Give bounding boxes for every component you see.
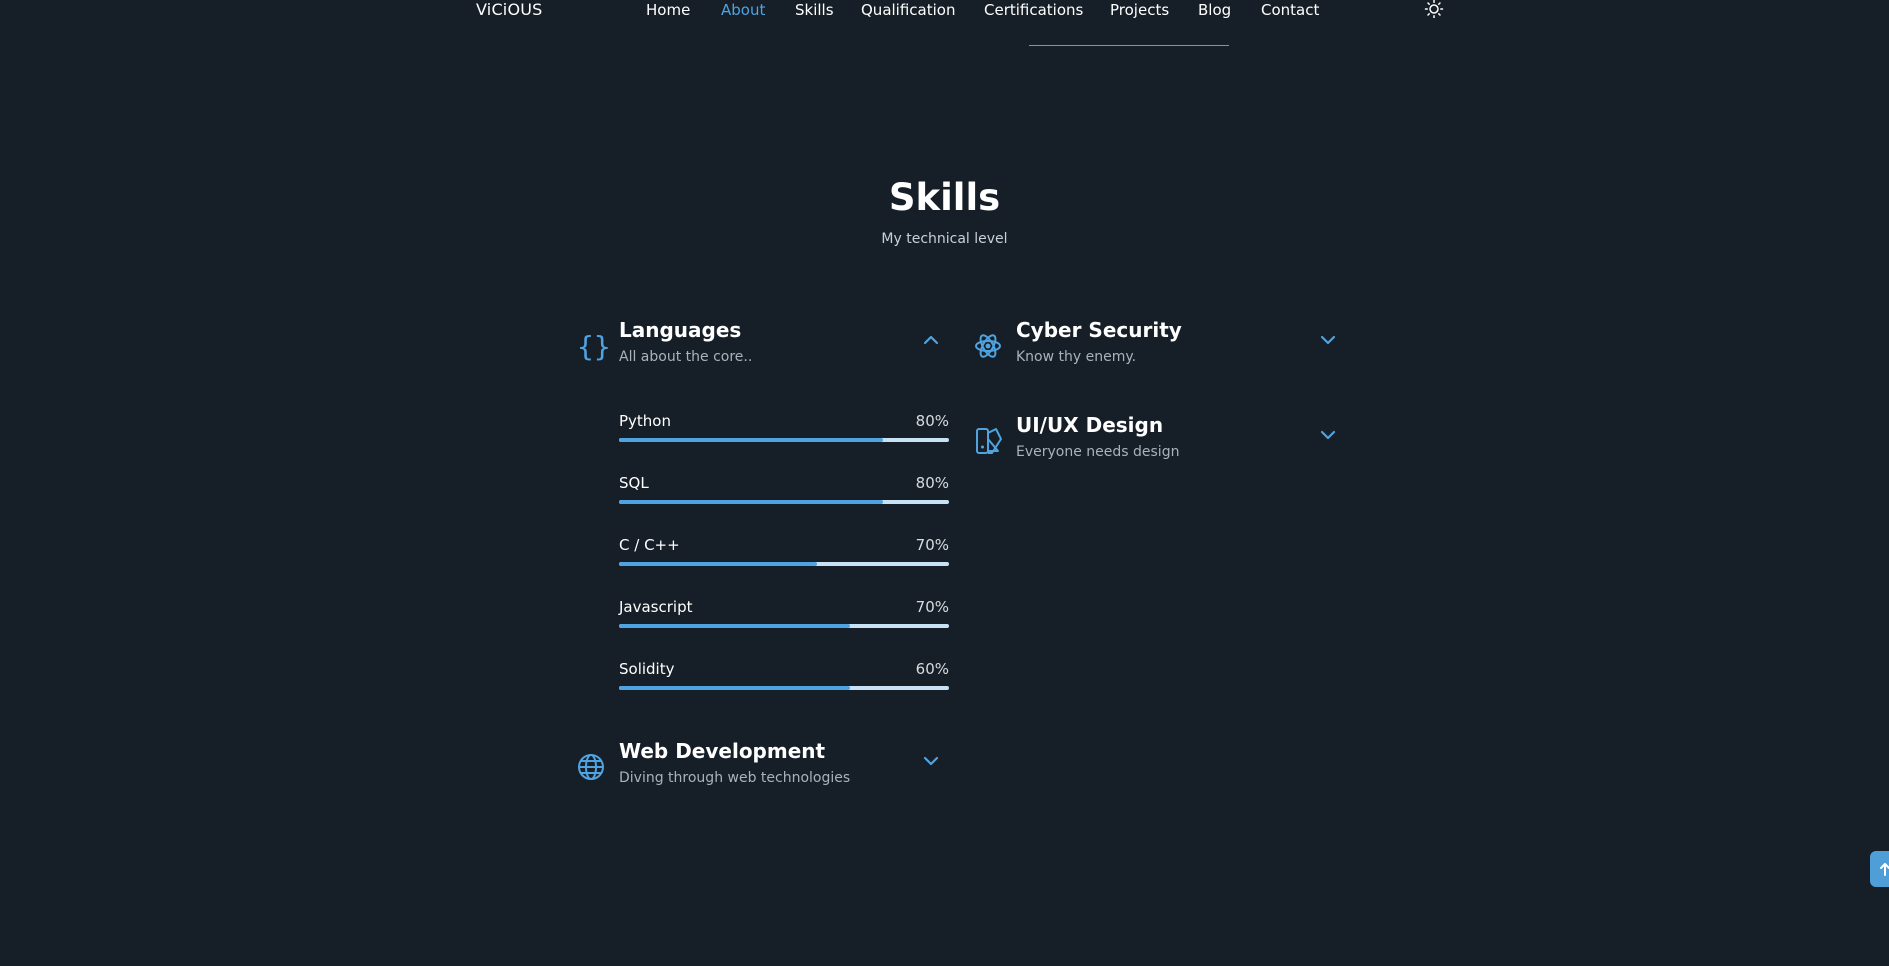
nav-blog[interactable]: Blog [1198,1,1231,19]
skill-group-web-development[interactable]: Web Development Diving through web techn… [577,739,949,789]
skill-percent: 80% [915,474,949,492]
section-subtitle: My technical level [881,231,1008,247]
skill-bar-fill [619,500,883,504]
skill-item-javascript: Javascript 70% [619,598,949,638]
header: ViCiOUS Home About Skills Qualification … [0,0,1889,50]
skill-group-languages[interactable]: {} Languages All about the core.. [577,318,949,368]
group-subtitle: Know thy enemy. [1016,349,1137,365]
skill-group-ui-ux-design[interactable]: UI/UX Design Everyone needs design [974,413,1346,463]
nav-contact[interactable]: Contact [1261,1,1319,19]
skill-name: C / C++ [619,536,680,554]
skill-bar-fill [619,624,850,628]
braces-icon: {} [577,330,611,363]
skill-group-cyber-security[interactable]: Cyber Security Know thy enemy. [974,318,1346,368]
group-subtitle: Everyone needs design [1016,444,1180,460]
nav-certifications[interactable]: Certifications [984,1,1083,19]
skill-name: Python [619,412,671,430]
nav-about[interactable]: About [721,1,765,19]
skill-name: Solidity [619,660,675,678]
skill-bar [619,438,949,442]
group-title: Languages [619,318,742,342]
nav-qualification[interactable]: Qualification [861,1,955,19]
nav-home[interactable]: Home [646,1,690,19]
skill-bar [619,624,949,628]
globe-icon [577,751,609,783]
skill-name: Javascript [619,598,693,616]
nav-underline [1029,45,1229,46]
section-title: Skills [888,176,1001,219]
group-title: Web Development [619,739,826,763]
skill-item-sql: SQL 80% [619,474,949,514]
chevron-down-icon[interactable] [1318,425,1338,445]
group-title: Cyber Security [1016,318,1182,342]
skill-item-c-cpp: C / C++ 70% [619,536,949,576]
skill-percent: 80% [915,412,949,430]
group-subtitle: All about the core.. [619,349,753,365]
skill-bar-fill [619,562,817,566]
chevron-down-icon[interactable] [921,751,941,771]
sun-icon[interactable] [1424,0,1444,19]
skill-percent: 60% [915,660,949,678]
chevron-up-icon[interactable] [921,330,941,350]
skill-bar-fill [619,438,883,442]
skill-bar [619,500,949,504]
svg-text:{}: {} [577,330,609,362]
nav-skills[interactable]: Skills [795,1,834,19]
chevron-down-icon[interactable] [1318,330,1338,350]
skill-item-solidity: Solidity 60% [619,660,949,700]
group-title: UI/UX Design [1016,413,1164,437]
arrow-up-icon [1880,863,1889,876]
logo[interactable]: ViCiOUS [476,0,543,19]
skill-name: SQL [619,474,649,492]
nav-projects[interactable]: Projects [1110,1,1169,19]
skill-bar [619,686,949,690]
skill-bar-fill [619,686,850,690]
skill-percent: 70% [915,536,949,554]
scroll-up-button[interactable] [1870,851,1889,887]
skill-bar [619,562,949,566]
group-subtitle: Diving through web technologies [619,770,851,786]
skill-percent: 70% [915,598,949,616]
design-icon [974,425,1006,457]
atom-icon [974,330,1006,362]
skill-item-python: Python 80% [619,412,949,452]
